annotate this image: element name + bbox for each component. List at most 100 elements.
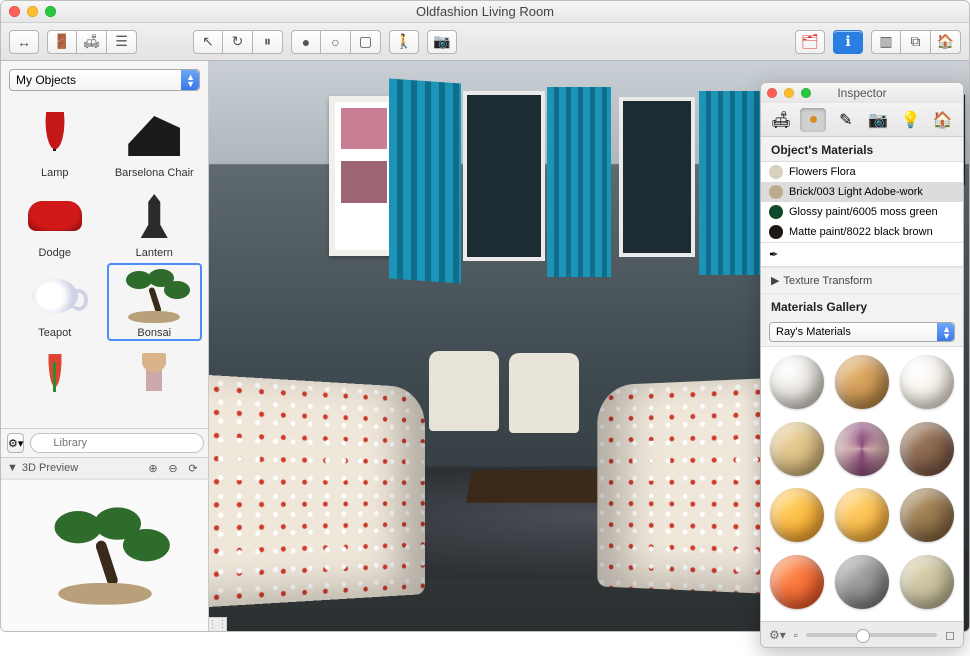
zoom-in-icon[interactable]: ⊕ — [144, 462, 162, 475]
inspector-panel: Inspector 🛋 ● ✎ 📷 💡 🏠 Object's Materials… — [760, 82, 964, 648]
zoom-icon[interactable] — [45, 6, 56, 17]
object-tulip[interactable] — [7, 343, 103, 409]
material-name: Matte paint/8022 black brown — [789, 226, 933, 238]
camera-button[interactable]: 📷 — [427, 30, 457, 54]
walk-button[interactable]: 🚶 — [389, 30, 419, 54]
material-row[interactable]: Glossy paint/6005 moss green — [761, 202, 963, 222]
object-label: Bonsai — [109, 327, 201, 339]
material-swatch[interactable] — [835, 488, 889, 542]
object-lamp[interactable]: Lamp — [7, 103, 103, 181]
material-swatch[interactable] — [900, 355, 954, 409]
object-person[interactable] — [107, 343, 203, 409]
tab-furniture[interactable]: 🛋 — [768, 108, 794, 132]
large-thumb-icon[interactable]: ◻ — [945, 628, 955, 642]
object-dodge[interactable]: Dodge — [7, 183, 103, 261]
pause-icon: ⏸ — [264, 33, 271, 50]
sidebar-gear-button[interactable]: ⚙▾ — [7, 433, 24, 453]
small-thumb-icon[interactable]: ▫ — [794, 628, 798, 642]
close-icon[interactable] — [767, 88, 777, 98]
object-lantern[interactable]: Lantern — [107, 183, 203, 261]
object-bonsai[interactable]: Bonsai — [107, 263, 203, 341]
chevron-updown-icon: ▲▼ — [942, 326, 951, 340]
material-swatch[interactable] — [770, 355, 824, 409]
nav-back-forward-button[interactable]: ↔ — [9, 30, 39, 54]
material-swatch[interactable] — [900, 422, 954, 476]
bonsai-preview-icon — [40, 507, 170, 604]
home-button[interactable]: 🏠 — [931, 30, 961, 54]
material-swatch[interactable] — [835, 422, 889, 476]
zoom-out-icon[interactable]: ⊖ — [164, 462, 182, 475]
tab-camera[interactable]: 📷 — [865, 108, 891, 132]
material-swatch[interactable] — [770, 488, 824, 542]
zoom-icon[interactable] — [801, 88, 811, 98]
door-icon: 🚪 — [53, 33, 70, 50]
info-button[interactable]: ℹ — [833, 30, 863, 54]
rotate-icon: ↻ — [232, 33, 244, 50]
preview-header[interactable]: ▼ 3D Preview ⊕ ⊖ ⟳ — [1, 457, 208, 479]
resize-handle[interactable]: ⋮⋮ — [209, 617, 227, 631]
pointer-tool-button[interactable]: ↖ — [193, 30, 223, 54]
object-label: Dodge — [9, 247, 101, 259]
texture-transform-row[interactable]: ▶ Texture Transform — [761, 267, 963, 293]
record-dot-button[interactable]: ● — [291, 30, 321, 54]
record-ring-button[interactable]: ○ — [321, 30, 351, 54]
house-icon: 🏠 — [933, 110, 953, 130]
gear-icon[interactable]: ⚙▾ — [769, 628, 786, 642]
chevron-updown-icon: ▲▼ — [186, 74, 195, 88]
minimize-icon[interactable] — [27, 6, 38, 17]
square-icon: ▢ — [359, 33, 372, 50]
present-button[interactable]: 🗂 — [795, 30, 825, 54]
pause-tool-button[interactable]: ⏸ — [253, 30, 283, 54]
material-swatch[interactable] — [835, 555, 889, 609]
view-door-button[interactable]: 🚪 — [47, 30, 77, 54]
material-swatch-icon — [769, 165, 783, 179]
chair-icon — [128, 116, 180, 156]
material-row[interactable]: Matte paint/8022 black brown — [761, 222, 963, 242]
layout-3d-button[interactable]: ⧉ — [901, 30, 931, 54]
library-search-input[interactable] — [30, 433, 204, 453]
material-name: Glossy paint/6005 moss green — [789, 206, 938, 218]
layout-2d-button[interactable]: ▥ — [871, 30, 901, 54]
material-swatch[interactable] — [900, 555, 954, 609]
thumbnail-size-slider[interactable] — [806, 633, 937, 637]
material-swatch[interactable] — [900, 488, 954, 542]
window-controls — [9, 6, 56, 17]
gallery-category-select[interactable]: Ray's Materials ▲▼ — [769, 322, 955, 342]
rotate-tool-button[interactable]: ↻ — [223, 30, 253, 54]
object-label: Teapot — [9, 327, 101, 339]
view-furniture-button[interactable]: 🛋 — [77, 30, 107, 54]
material-row[interactable]: Brick/003 Light Adobe-work — [761, 182, 963, 202]
material-swatch[interactable] — [770, 555, 824, 609]
eyedropper-row[interactable]: ✒ — [761, 242, 963, 266]
sidebar: My Objects ▲▼ Lamp Barselona Chair Dodge — [1, 61, 209, 631]
pencil-icon: ✎ — [839, 110, 852, 130]
shape-group: ● ○ ▢ — [291, 30, 381, 54]
tab-edit[interactable]: ✎ — [833, 108, 859, 132]
tab-light[interactable]: 💡 — [897, 108, 923, 132]
preview-viewport[interactable] — [1, 479, 208, 631]
camera-icon: 📷 — [868, 110, 888, 130]
person-icon — [142, 353, 166, 399]
inspector-titlebar: Inspector — [761, 83, 963, 103]
lamp-icon — [42, 112, 68, 160]
tab-materials[interactable]: ● — [800, 108, 826, 132]
titlebar: Oldfashion Living Room — [1, 1, 969, 23]
zoom-reset-icon[interactable]: ⟳ — [184, 462, 202, 475]
minimize-icon[interactable] — [784, 88, 794, 98]
close-icon[interactable] — [9, 6, 20, 17]
object-teapot[interactable]: Teapot — [7, 263, 103, 341]
texture-transform-label: Texture Transform — [783, 275, 872, 287]
dot-icon: ● — [302, 34, 310, 50]
object-barselona-chair[interactable]: Barselona Chair — [107, 103, 203, 181]
material-swatch[interactable] — [835, 355, 889, 409]
objects-grid: Lamp Barselona Chair Dodge Lantern Teapo… — [1, 99, 208, 428]
home-icon: 🏠 — [937, 33, 954, 50]
material-row[interactable]: Flowers Flora — [761, 162, 963, 182]
inspector-tabs: 🛋 ● ✎ 📷 💡 🏠 — [761, 103, 963, 137]
material-swatch[interactable] — [770, 422, 824, 476]
walk-icon: 🚶 — [395, 33, 412, 50]
record-square-button[interactable]: ▢ — [351, 30, 381, 54]
object-category-select[interactable]: My Objects ▲▼ — [9, 69, 200, 91]
view-list-button[interactable]: ☰ — [107, 30, 137, 54]
tab-home[interactable]: 🏠 — [930, 108, 956, 132]
